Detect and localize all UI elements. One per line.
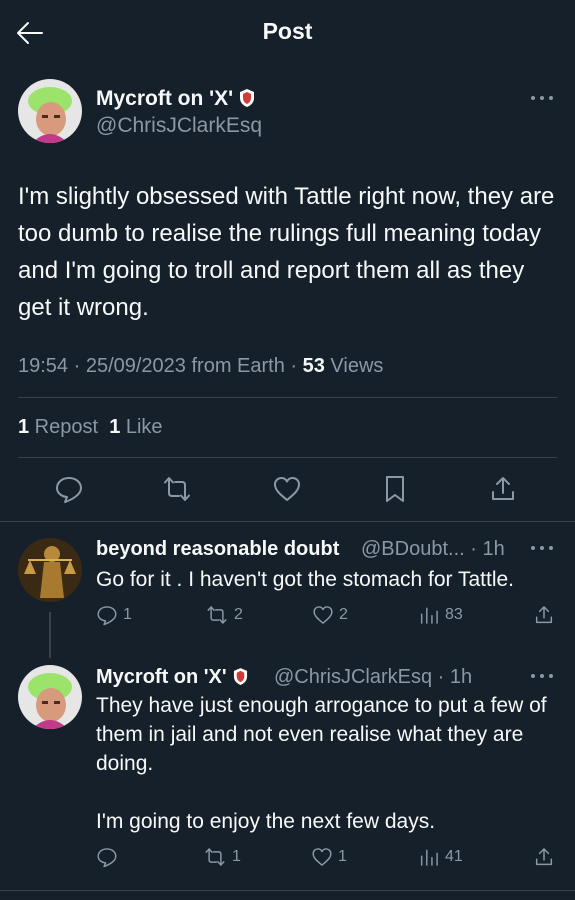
repost-icon <box>205 848 225 866</box>
author-avatar[interactable] <box>18 79 82 143</box>
more-icon[interactable] <box>530 671 554 681</box>
repost-button[interactable]: 1 <box>203 846 241 868</box>
share-icon <box>535 848 553 866</box>
reply-text: They have just enough arrogance to put a… <box>96 694 547 833</box>
views-icon <box>420 849 438 866</box>
post-meta: 19:54 · 25/09/2023 from Earth · 53 Views <box>18 355 383 378</box>
like-count: 2 <box>339 606 348 623</box>
divider <box>0 890 575 891</box>
views-count: 53 <box>302 355 325 377</box>
divider <box>18 397 557 398</box>
divider <box>18 457 557 458</box>
reply-handle-time[interactable]: @ChrisJClarkEsq · 1h <box>274 666 472 689</box>
views-button[interactable]: 83 <box>418 604 463 626</box>
views-icon <box>420 607 438 624</box>
more-icon[interactable] <box>530 93 554 103</box>
author-handle[interactable]: @ChrisJClarkEsq <box>96 114 262 138</box>
like-button[interactable]: 1 <box>311 846 347 868</box>
views-label: Views <box>324 355 384 377</box>
views-button[interactable]: 41 <box>418 846 463 868</box>
reply-author-name[interactable]: beyond reasonable doubt <box>96 538 339 561</box>
reply-handle-time[interactable]: @BDoubt... · 1h <box>361 538 505 561</box>
reply-author-name[interactable]: Mycroft on 'X' <box>96 666 248 689</box>
reply-icon <box>97 606 117 626</box>
reply-text: Go for it . I haven't got the stomach fo… <box>96 568 515 591</box>
repost-count: 1 <box>232 848 241 865</box>
post-text: I'm slightly obsessed with Tattle right … <box>18 183 562 321</box>
like-icon <box>312 848 332 866</box>
reply-button[interactable] <box>96 846 123 868</box>
like-icon[interactable] <box>272 474 302 504</box>
reply-icon <box>97 848 117 868</box>
top-bar: Post <box>0 0 575 64</box>
thread-line <box>49 612 51 658</box>
reply-button[interactable]: 1 <box>96 604 132 626</box>
engagement-stats: 1 Repost 1 Like <box>18 416 163 439</box>
bookmark-icon[interactable] <box>380 474 410 504</box>
post-timestamp[interactable]: 19:54 · 25/09/2023 from Earth · <box>18 355 303 377</box>
reply-avatar[interactable] <box>18 538 82 602</box>
reply-icon[interactable] <box>54 474 84 504</box>
repost-stat[interactable]: 1 Repost <box>18 416 98 438</box>
like-count: 1 <box>338 848 347 865</box>
reply-count: 1 <box>123 606 132 623</box>
share-button[interactable] <box>533 846 555 868</box>
like-button[interactable]: 2 <box>312 604 348 626</box>
views-count: 83 <box>445 606 463 623</box>
views-count: 41 <box>445 848 463 865</box>
reply-avatar[interactable] <box>18 665 82 729</box>
like-icon <box>313 606 333 624</box>
repost-button[interactable]: 2 <box>205 604 243 626</box>
more-icon[interactable] <box>530 543 554 553</box>
repost-count: 2 <box>234 606 243 623</box>
share-button[interactable] <box>533 604 555 626</box>
like-stat[interactable]: 1 Like <box>109 416 162 438</box>
verified-shield-icon <box>239 88 255 108</box>
repost-icon <box>207 606 227 624</box>
repost-icon[interactable] <box>162 474 192 504</box>
author-name[interactable]: Mycroft on 'X' <box>96 87 255 111</box>
divider <box>0 521 575 522</box>
share-icon[interactable] <box>488 474 518 504</box>
verified-shield-icon <box>233 667 248 686</box>
share-icon <box>535 606 553 624</box>
page-title: Post <box>262 18 313 44</box>
